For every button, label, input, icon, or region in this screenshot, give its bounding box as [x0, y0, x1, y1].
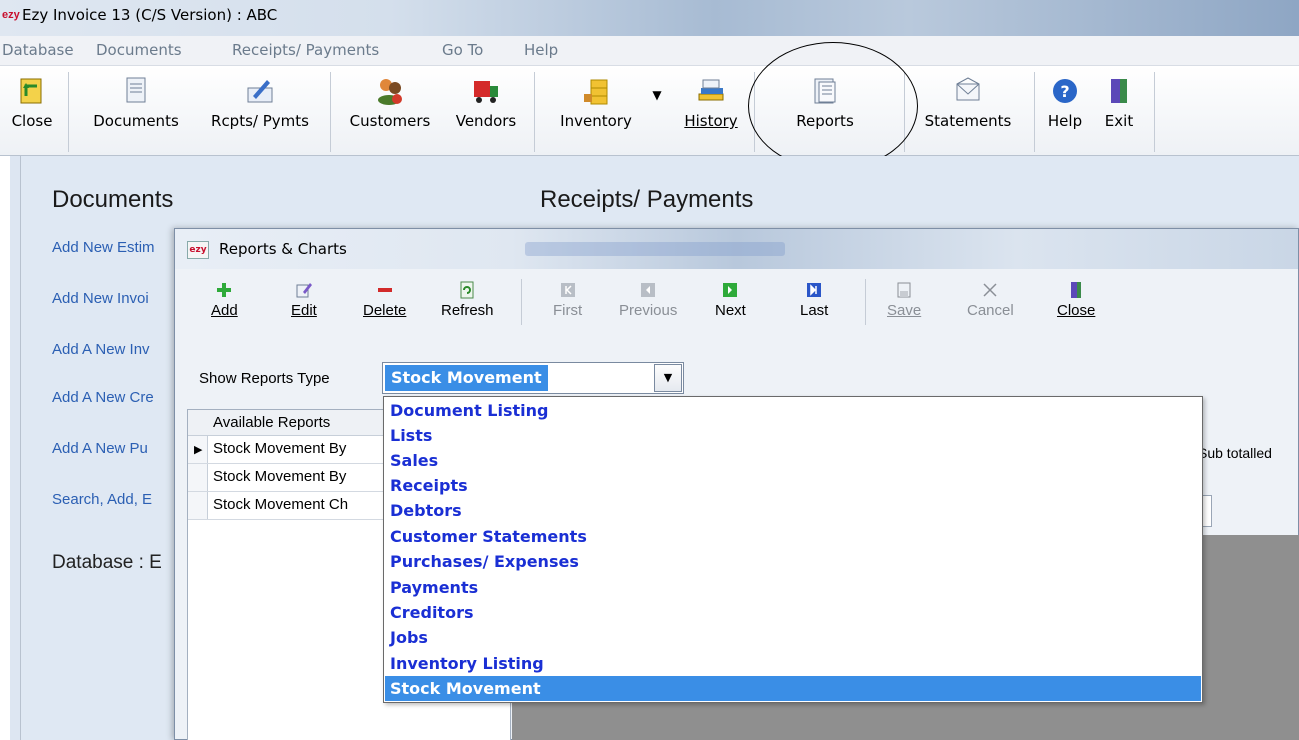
- cancel-button[interactable]: Cancel: [967, 281, 1014, 319]
- link-add-new-invoice[interactable]: Add New Invoi: [52, 290, 149, 307]
- edit-pencil-icon: [296, 283, 312, 298]
- plus-icon: [217, 283, 232, 297]
- show-reports-type-label: Show Reports Type: [199, 370, 330, 387]
- documents-icon: [126, 77, 146, 103]
- history-button[interactable]: History: [674, 76, 748, 148]
- link-add-new-inventory[interactable]: Add A New Inv: [52, 341, 150, 358]
- menu-database[interactable]: Database: [2, 41, 74, 59]
- save-button[interactable]: Save: [887, 281, 921, 319]
- sub-totalled-label: Sub totalled: [1198, 445, 1272, 461]
- dropdown-option[interactable]: Creditors: [385, 600, 1201, 625]
- add-button[interactable]: Add: [211, 281, 238, 319]
- database-label: Database : E: [52, 552, 162, 573]
- dropdown-option[interactable]: Debtors: [385, 498, 1201, 523]
- dropdown-option[interactable]: Receipts: [385, 473, 1201, 498]
- first-button[interactable]: First: [553, 281, 582, 319]
- reports-type-dropdown: Document Listing Lists Sales Receipts De…: [383, 396, 1203, 703]
- toolbar-separator: [534, 72, 535, 152]
- menu-help[interactable]: Help: [524, 41, 558, 59]
- dropdown-option[interactable]: Jobs: [385, 625, 1201, 650]
- customers-button[interactable]: Customers: [340, 76, 440, 148]
- link-add-new-estimate[interactable]: Add New Estim: [52, 239, 155, 256]
- inventory-dropdown-arrow[interactable]: ▼: [650, 88, 664, 160]
- vendors-button[interactable]: Vendors: [444, 76, 528, 148]
- dropdown-option[interactable]: Document Listing: [385, 398, 1201, 423]
- link-add-new-credit[interactable]: Add A New Cre: [52, 389, 154, 406]
- receipts-section-title: Receipts/ Payments: [540, 186, 754, 213]
- toolbar-separator: [1034, 72, 1035, 152]
- app-icon: ezy: [2, 9, 20, 21]
- dropdown-option[interactable]: Lists: [385, 423, 1201, 448]
- main-toolbar: Close Documents Rcpts/ Pymts Customers V…: [0, 66, 1299, 156]
- toolbar-separator: [68, 72, 69, 152]
- documents-button[interactable]: Documents: [82, 76, 190, 148]
- toolbar-separator: [521, 279, 522, 325]
- rcpts-pymts-button[interactable]: Rcpts/ Pymts: [196, 76, 324, 148]
- toolbar-separator: [865, 279, 866, 325]
- close-arrow-icon: [20, 78, 42, 104]
- dropdown-option[interactable]: Purchases/ Expenses: [385, 549, 1201, 574]
- link-add-new-purchase[interactable]: Add A New Pu: [52, 440, 148, 457]
- help-icon: ?: [1053, 79, 1077, 103]
- next-record-icon: [723, 283, 738, 297]
- inventory-boxes-icon: [584, 79, 608, 105]
- statements-button[interactable]: Statements: [910, 76, 1026, 148]
- window-title: Ezy Invoice 13 (C/S Version) : ABC: [22, 6, 278, 24]
- exit-button[interactable]: Exit: [1094, 76, 1144, 148]
- close-button[interactable]: Close: [4, 76, 60, 148]
- help-button[interactable]: ? Help: [1040, 76, 1090, 148]
- dropdown-option-selected[interactable]: Stock Movement: [385, 676, 1201, 701]
- toolbar-separator: [330, 72, 331, 152]
- last-button[interactable]: Last: [800, 281, 828, 319]
- row-pointer-icon: ▶: [194, 443, 203, 456]
- dropdown-option[interactable]: Sales: [385, 448, 1201, 473]
- toolbar-separator: [1154, 72, 1155, 152]
- dialog-title: Reports & Charts: [219, 240, 347, 258]
- first-record-icon: [560, 283, 575, 297]
- dialog-app-icon: ezy: [187, 241, 209, 259]
- dropdown-option[interactable]: Payments: [385, 575, 1201, 600]
- dialog-toolbar: Add Edit Delete Refresh First Previous N…: [175, 269, 1298, 333]
- documents-section-title: Documents: [52, 186, 174, 213]
- reports-type-value: Stock Movement: [385, 365, 548, 391]
- next-button[interactable]: Next: [715, 281, 746, 319]
- title-bar: ezy Ezy Invoice 13 (C/S Version) : ABC: [0, 0, 1299, 36]
- chevron-down-icon[interactable]: ▼: [654, 364, 682, 392]
- exit-door-icon: [1071, 282, 1082, 298]
- customers-icon: [378, 79, 402, 105]
- grid-header-label: Available Reports: [213, 414, 331, 431]
- envelope-icon: [956, 77, 980, 101]
- last-record-icon: [807, 283, 822, 297]
- pen-paper-icon: [247, 80, 273, 103]
- cancel-x-icon: [983, 283, 997, 297]
- exit-door-icon: [1111, 79, 1127, 103]
- edit-button[interactable]: Edit: [291, 281, 317, 319]
- menu-documents[interactable]: Documents: [96, 41, 182, 59]
- save-disk-icon: [897, 282, 911, 298]
- truck-icon: [474, 81, 498, 103]
- link-search-add[interactable]: Search, Add, E: [52, 491, 152, 508]
- reports-type-combo[interactable]: Stock Movement ▼: [382, 362, 684, 394]
- minus-icon: [377, 288, 392, 292]
- svg-text:?: ?: [1060, 82, 1069, 101]
- highlight-circle: [748, 42, 918, 170]
- previous-button[interactable]: Previous: [619, 281, 677, 319]
- dialog-close-button[interactable]: Close: [1057, 281, 1095, 319]
- dropdown-option[interactable]: Customer Statements: [385, 524, 1201, 549]
- inventory-button[interactable]: Inventory: [546, 76, 646, 148]
- history-books-icon: [698, 79, 724, 101]
- menu-go-to[interactable]: Go To: [442, 41, 483, 59]
- previous-record-icon: [641, 283, 656, 297]
- refresh-button[interactable]: Refresh: [441, 281, 494, 319]
- refresh-icon: [460, 281, 474, 299]
- delete-button[interactable]: Delete: [363, 281, 406, 319]
- dialog-title-bar: ezy Reports & Charts: [175, 229, 1298, 269]
- menu-receipts-payments[interactable]: Receipts/ Payments: [232, 41, 379, 59]
- blurred-title-text: [525, 242, 785, 256]
- menu-bar: Database Documents Receipts/ Payments Go…: [0, 36, 1299, 66]
- dropdown-option[interactable]: Inventory Listing: [385, 651, 1201, 676]
